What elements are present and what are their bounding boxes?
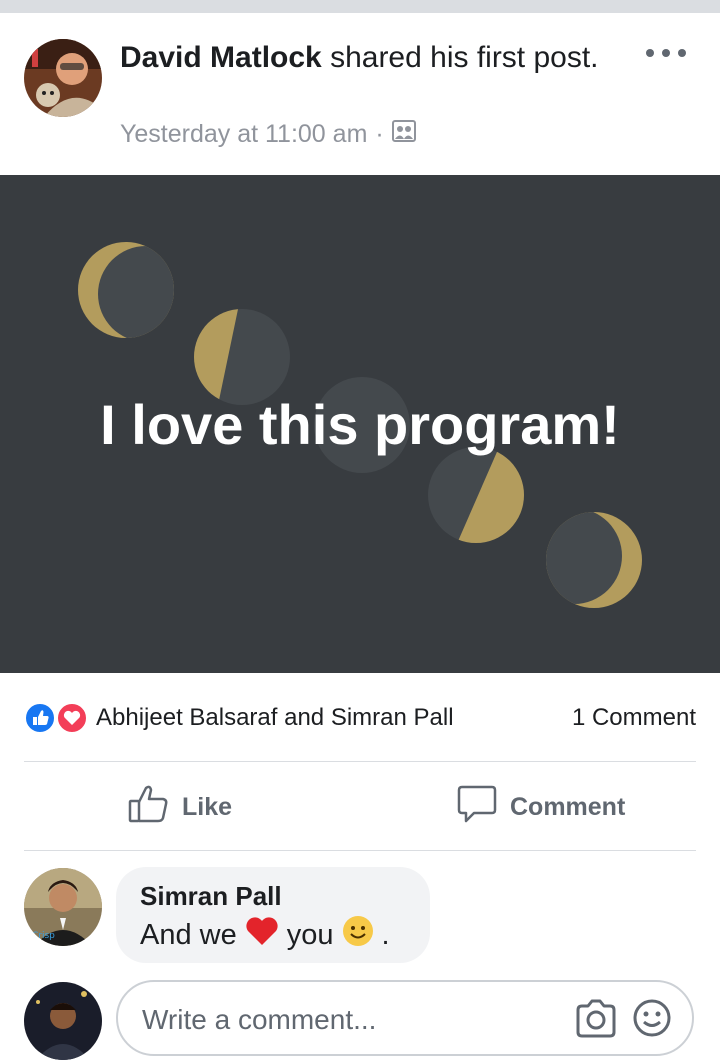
reactions-bar[interactable]: Abhijeet Balsaraf and Simran Pall 1 Comm…	[24, 700, 696, 736]
divider	[24, 761, 696, 762]
like-label: Like	[182, 792, 233, 821]
write-comment-input[interactable]: Write a comment...	[116, 980, 694, 1056]
more-dot	[662, 49, 670, 57]
post-timestamp[interactable]: Yesterday at 11:00 am	[120, 120, 367, 149]
divider	[24, 850, 696, 851]
reaction-names[interactable]: Abhijeet Balsaraf and Simran Pall	[96, 702, 454, 734]
author-avatar[interactable]	[24, 39, 102, 117]
post-background-image[interactable]: I love this program!	[0, 175, 720, 673]
commenter-name[interactable]: Simran Pall	[140, 881, 282, 912]
like-reaction-icon	[24, 702, 56, 734]
camera-icon[interactable]	[574, 998, 618, 1038]
comment-button[interactable]: Comment	[456, 784, 625, 830]
author-name[interactable]: David Matlock	[120, 41, 322, 74]
post-text: I love this program!	[100, 393, 620, 456]
comment-text-start: And we	[140, 918, 237, 951]
speech-bubble-icon	[456, 783, 498, 832]
more-options-button[interactable]	[646, 41, 686, 65]
svg-text:Crisp: Crisp	[32, 931, 55, 941]
post-action-text: shared his first post.	[321, 41, 599, 74]
comment-bubble[interactable]: Simran Pall And we you .	[116, 867, 430, 963]
comment-text-middle: you	[286, 918, 334, 951]
top-separator-bar	[0, 0, 720, 13]
thumbs-up-icon	[128, 783, 170, 832]
reaction-icons	[24, 702, 90, 734]
write-comment-placeholder: Write a comment...	[142, 1004, 377, 1035]
comment-text: And we you .	[140, 915, 390, 955]
meta-separator: ·	[375, 120, 384, 148]
emoji-picker-icon[interactable]	[632, 998, 672, 1038]
more-dot	[646, 49, 654, 57]
group-photo-icon	[391, 119, 416, 150]
comment-label: Comment	[510, 792, 626, 821]
post-meta: Yesterday at 11:00 am ·	[120, 119, 416, 150]
comment-text-end: .	[381, 918, 390, 951]
post-header: David Matlock shared his first post. Yes…	[0, 13, 720, 175]
post-author-line: David Matlock shared his first post.	[120, 39, 620, 77]
moon-phase-1	[78, 242, 174, 338]
my-avatar[interactable]	[24, 982, 102, 1060]
love-reaction-icon	[56, 702, 88, 734]
like-button[interactable]: Like	[128, 784, 232, 830]
more-dot	[678, 49, 686, 57]
commenter-avatar[interactable]: Crisp	[24, 868, 102, 946]
moon-phase-5	[546, 512, 642, 608]
comment-count[interactable]: 1 Comment	[572, 702, 696, 734]
smile-emoji-icon	[342, 915, 374, 955]
heart-emoji-icon	[245, 916, 279, 954]
